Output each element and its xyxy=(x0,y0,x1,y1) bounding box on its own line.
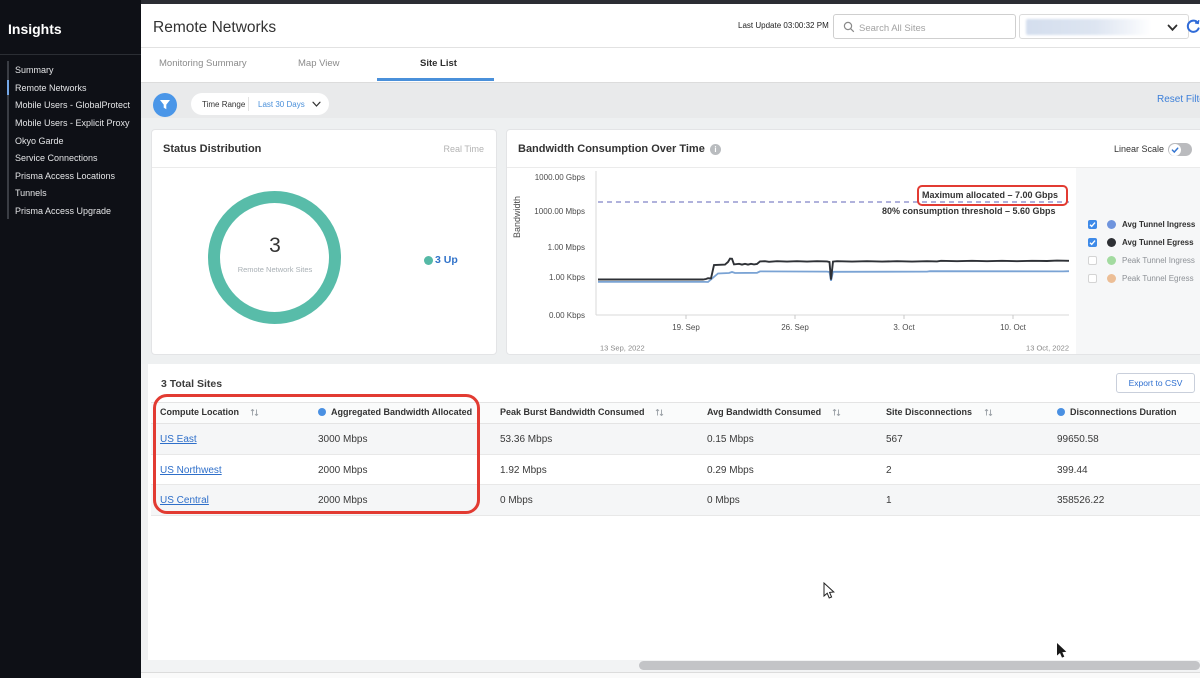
svg-text:1000.00 Gbps: 1000.00 Gbps xyxy=(535,173,585,182)
svg-text:1.00 Kbps: 1.00 Kbps xyxy=(549,273,585,282)
svg-text:13 Sep, 2022: 13 Sep, 2022 xyxy=(600,344,645,353)
svg-text:1.00 Mbps: 1.00 Mbps xyxy=(548,243,585,252)
svg-text:26. Sep: 26. Sep xyxy=(781,323,809,332)
svg-text:1000.00 Mbps: 1000.00 Mbps xyxy=(534,207,585,216)
svg-text:13 Oct, 2022: 13 Oct, 2022 xyxy=(1026,344,1069,353)
svg-text:0.00 Kbps: 0.00 Kbps xyxy=(549,311,585,320)
svg-text:Bandwidth: Bandwidth xyxy=(512,196,522,238)
svg-text:3. Oct: 3. Oct xyxy=(893,323,915,332)
svg-text:10. Oct: 10. Oct xyxy=(1000,323,1027,332)
svg-text:19. Sep: 19. Sep xyxy=(672,323,700,332)
